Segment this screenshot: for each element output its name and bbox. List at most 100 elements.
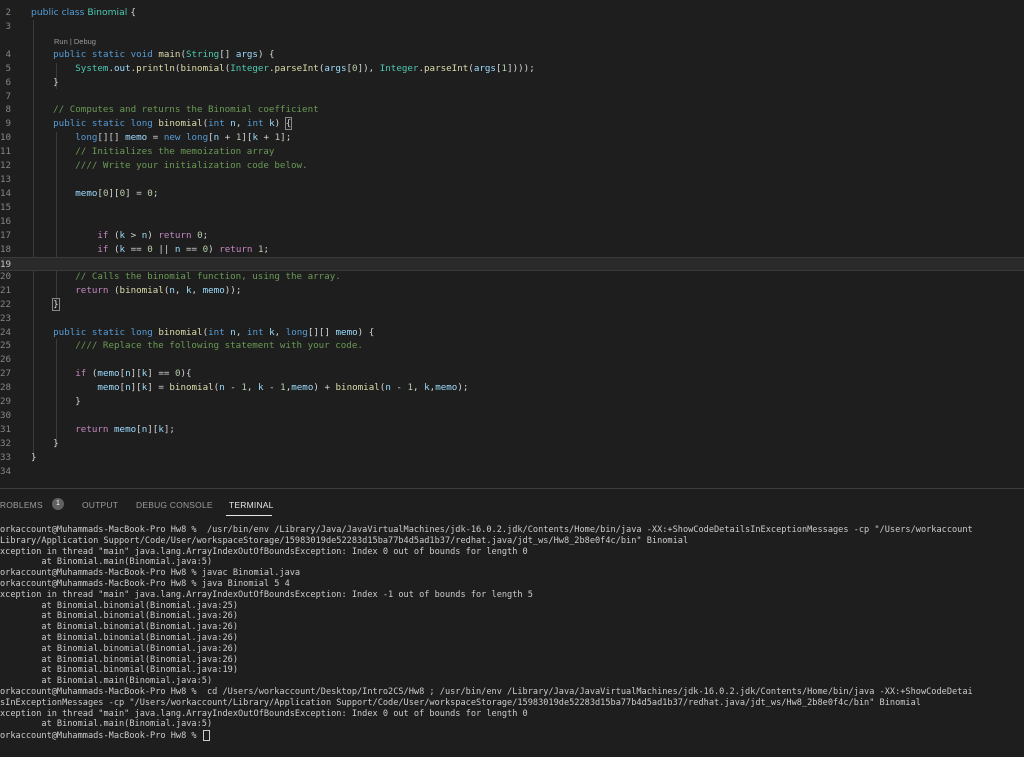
bottom-panel: PROBLEMS 1 OUTPUT DEBUG CONSOLE TERMINAL…: [0, 488, 1024, 757]
tab-terminal[interactable]: TERMINAL: [229, 500, 274, 510]
code-token: ){: [180, 368, 192, 379]
code-token: public: [31, 7, 59, 18]
code-line[interactable]: 16: [0, 215, 1024, 229]
code-text: // Computes and returns the Binomial coe…: [31, 103, 319, 117]
code-line[interactable]: 3: [0, 20, 1024, 34]
tab-output[interactable]: OUTPUT: [82, 500, 118, 510]
code-token: args: [235, 49, 258, 60]
code-token: ,: [191, 285, 203, 296]
code-line[interactable]: 25 //// Replace the following statement …: [0, 339, 1024, 353]
code-token: int: [246, 118, 264, 129]
active-tab-indicator: [226, 515, 272, 516]
code-line[interactable]: 19: [0, 257, 1024, 271]
code-line[interactable]: 22 }: [0, 298, 1024, 312]
line-number: 17: [0, 230, 12, 241]
code-line[interactable]: 32 }: [0, 437, 1024, 451]
code-text: public class Binomial {: [31, 6, 136, 20]
code-line[interactable]: 33}: [0, 451, 1024, 465]
code-editor[interactable]: Run | Debug 2 public class Binomial {3 4 p…: [0, 0, 1024, 487]
code-token: ,: [274, 327, 286, 338]
code-line[interactable]: 23: [0, 312, 1024, 326]
code-token: -: [263, 382, 281, 393]
line-number: 4: [5, 49, 11, 60]
code-token: public: [53, 118, 87, 129]
code-token: if: [75, 368, 87, 379]
code-line[interactable]: 11 // Initializes the memoization array: [0, 145, 1024, 159]
code-token: (: [108, 285, 120, 296]
code-lens-run-debug[interactable]: Run | Debug: [54, 37, 96, 46]
terminal-line: orkaccount@Muhammads-MacBook-Pro Hw8 % j…: [0, 568, 300, 579]
code-line[interactable]: 15: [0, 201, 1024, 215]
code-token: long: [185, 132, 209, 143]
code-line[interactable]: 14 memo[0][0] = 0;: [0, 187, 1024, 201]
code-line[interactable]: 17 if (k > n) return 0;: [0, 229, 1024, 243]
tab-debug-console[interactable]: DEBUG CONSOLE: [136, 500, 213, 510]
line-number: 7: [5, 91, 11, 102]
code-token: int: [208, 118, 225, 129]
terminal-line-text: Library/Application Support/Code/User/wo…: [0, 535, 689, 546]
code-token: ]),: [357, 63, 380, 74]
code-line[interactable]: 30: [0, 409, 1024, 423]
terminal-line-text: at Binomial.binomial(Binomial.java:26): [0, 643, 238, 654]
code-line[interactable]: 27 if (memo[n][k] == 0){: [0, 367, 1024, 381]
code-line[interactable]: 8 // Computes and returns the Binomial c…: [0, 103, 1024, 117]
code-line[interactable]: 9 public static long binomial(int n, int…: [0, 117, 1024, 131]
code-line[interactable]: 12 //// Write your initialization code b…: [0, 159, 1024, 173]
code-line[interactable]: 34: [0, 465, 1024, 479]
code-token: new: [163, 132, 181, 143]
terminal-line-text: orkaccount@Muhammads-MacBook-Pro Hw8 %: [0, 731, 202, 742]
code-token: binomial: [119, 285, 164, 296]
tab-problems[interactable]: PROBLEMS: [0, 500, 43, 510]
code-token: ][: [147, 424, 159, 435]
code-token: return: [158, 230, 192, 241]
code-token: System: [75, 63, 109, 74]
code-line[interactable]: 26: [0, 353, 1024, 367]
code-token: static: [91, 327, 126, 338]
terminal-line: at Binomial.binomial(Binomial.java:26): [0, 611, 238, 622]
terminal-output[interactable]: orkaccount@Muhammads-MacBook-Pro Hw8 % /…: [0, 525, 1024, 755]
code-token: -: [224, 382, 242, 393]
code-token: long: [285, 327, 308, 338]
terminal-line: at Binomial.main(Binomial.java:5): [0, 676, 212, 687]
code-line[interactable]: 4 public static void main(String[] args)…: [0, 48, 1024, 62]
code-token: ;: [263, 244, 270, 255]
code-line[interactable]: 5 System.out.println(binomial(Integer.pa…: [0, 62, 1024, 76]
code-token: (: [108, 230, 120, 241]
code-line[interactable]: 6 }: [0, 76, 1024, 90]
code-line[interactable]: 20 // Calls the binomial function, using…: [0, 270, 1024, 284]
code-token: ] ==: [147, 368, 175, 379]
code-line[interactable]: 10 long[][] memo = new long[n + 1][k + 1…: [0, 131, 1024, 145]
code-line[interactable]: 21 return (binomial(n, k, memo));: [0, 284, 1024, 298]
terminal-line: at Binomial.binomial(Binomial.java:26): [0, 633, 238, 644]
code-line[interactable]: 13: [0, 173, 1024, 187]
code-line[interactable]: 7: [0, 90, 1024, 104]
code-line[interactable]: 2 public class Binomial {: [0, 6, 1024, 20]
code-line[interactable]: 31 return memo[n][k];: [0, 423, 1024, 437]
code-token: (: [86, 368, 98, 379]
code-text: return memo[n][k];: [31, 423, 175, 437]
code-token: // Calls the binomial function, using th…: [75, 271, 341, 282]
code-token: static: [91, 49, 126, 60]
code-token: // Initializes the memoization array: [75, 146, 275, 157]
line-number: 21: [0, 285, 12, 296]
code-line[interactable]: 28 memo[n][k] = binomial(n - 1, k - 1,me…: [0, 381, 1024, 395]
code-token: ][: [241, 132, 253, 143]
code-token: memo: [291, 382, 314, 393]
code-line[interactable]: 24 public static long binomial(int n, in…: [0, 326, 1024, 340]
terminal-line-text: at Binomial.binomial(Binomial.java:26): [0, 611, 238, 622]
code-token: +: [258, 132, 275, 143]
code-token: parseInt: [424, 63, 469, 74]
code-token: }: [31, 396, 81, 407]
terminal-line-text: xception in thread "main" java.lang.Arra…: [0, 546, 528, 557]
code-line[interactable]: 29 }: [0, 395, 1024, 409]
code-line[interactable]: 18 if (k == 0 || n == 0) return 1;: [0, 243, 1024, 257]
code-token: binomial: [335, 382, 380, 393]
terminal-line: orkaccount@Muhammads-MacBook-Pro Hw8 % c…: [0, 687, 973, 698]
